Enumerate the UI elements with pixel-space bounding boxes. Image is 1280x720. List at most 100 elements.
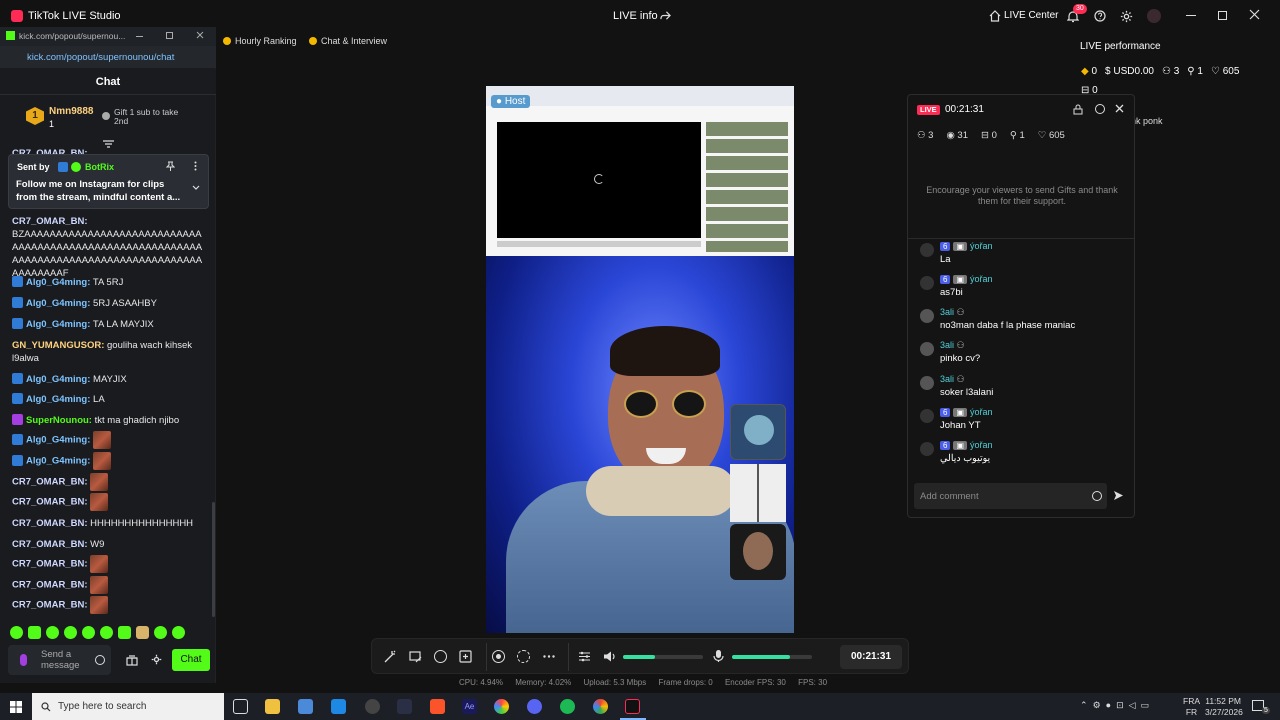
emote-button[interactable] (28, 626, 41, 639)
panel-settings-icon[interactable] (1095, 104, 1105, 114)
help-icon[interactable] (1094, 10, 1106, 22)
share-icon[interactable] (660, 10, 671, 21)
capture-video-player (497, 122, 701, 238)
lock-icon[interactable] (1073, 104, 1083, 115)
audio-mixer-icon[interactable] (578, 650, 591, 663)
tray-chevron-up-icon: ⌃ (1080, 700, 1088, 710)
pin-icon[interactable] (166, 161, 175, 171)
clock[interactable]: 11:52 PM 3/27/2026 (1205, 696, 1243, 718)
more-options-icon[interactable] (194, 161, 197, 171)
commenter-name: 6 ▣ ýořan (940, 241, 993, 251)
guest-tile[interactable] (730, 404, 786, 460)
speaker-volume-slider[interactable] (623, 655, 703, 659)
address-url[interactable]: kick.com/popout/supernounou/chat (27, 52, 174, 63)
live-info-title[interactable]: LIVE info (613, 10, 658, 22)
performance-title: LIVE performance (1080, 41, 1161, 52)
live-preview[interactable]: ● Host (486, 86, 794, 633)
magic-wand-icon[interactable] (384, 650, 397, 663)
edge-icon[interactable] (331, 699, 346, 714)
mic-volume-slider[interactable] (732, 655, 812, 659)
emote-image (93, 431, 112, 449)
gifter-name[interactable]: Nmn9888 (49, 106, 93, 117)
system-tray-icons[interactable]: ⌃ ⚙ ● ⊡ ◁ ▭ (1080, 700, 1149, 711)
emote-button[interactable] (46, 626, 59, 639)
add-comment-placeholder: Add comment (920, 491, 979, 502)
file-explorer-icon[interactable] (265, 699, 280, 714)
emote-button[interactable] (100, 626, 113, 639)
tiktok-studio-icon[interactable] (625, 699, 640, 714)
chat-scrollbar[interactable] (212, 502, 215, 617)
maximize-window-icon[interactable] (1218, 11, 1227, 20)
chat-interview-button[interactable]: Chat & Interview (307, 33, 387, 49)
expand-chevron-down-icon[interactable] (192, 185, 200, 190)
taskbar-search-input[interactable]: Type here to search (32, 693, 224, 720)
diamond-icon: ◆ (1081, 66, 1089, 77)
microphone-icon[interactable] (713, 649, 724, 663)
windows-start-icon[interactable] (10, 701, 22, 713)
panel-close-icon[interactable] (1115, 104, 1124, 113)
emote-button[interactable] (136, 626, 149, 639)
commenter-name: 3ali ⚇ (940, 374, 965, 384)
send-comment-icon[interactable] (1113, 490, 1124, 501)
viewers-stat: ⚇ 3 (917, 130, 934, 141)
store-icon[interactable] (298, 699, 313, 714)
gift-prompt[interactable]: Gift 1 sub to take 2nd (114, 108, 184, 126)
guest-tile[interactable] (730, 464, 786, 522)
capture-icon[interactable] (517, 650, 530, 663)
divider (568, 643, 569, 671)
chat-message: GN_YUMANGUSOR: gouliha wach kihsek l9alw… (12, 340, 193, 364)
gift-shop-icon[interactable] (126, 654, 138, 666)
emoji-icon[interactable] (1092, 491, 1102, 501)
followers-stat: ⚲ 1 (1187, 66, 1203, 77)
add-source-icon[interactable] (459, 650, 472, 663)
emote-button[interactable] (64, 626, 77, 639)
bot-badge-icon (12, 318, 23, 329)
layout-edit-icon[interactable] (409, 650, 422, 663)
chat-message: Alg0_G4ming: TA LA MAYJIX (12, 318, 207, 331)
guest-tile[interactable] (730, 524, 786, 580)
emote-button[interactable] (154, 626, 167, 639)
spotify-icon[interactable] (560, 699, 575, 714)
speaker-icon[interactable] (603, 650, 617, 663)
chat-message: CR7_OMAR_BN: (12, 493, 207, 511)
pinned-by-user[interactable]: BotRix (85, 162, 114, 172)
emote-button[interactable] (118, 626, 131, 639)
settings-gear-icon[interactable] (1120, 10, 1133, 23)
gift-icon: ⊟ (980, 130, 989, 141)
discord-icon[interactable] (527, 699, 542, 714)
stream-controls: 00:21:31 (371, 638, 909, 674)
profile-avatar[interactable] (1147, 9, 1161, 23)
popout-maximize-icon[interactable] (166, 32, 173, 39)
live-center-link[interactable]: LIVE Center (1004, 10, 1058, 21)
davinci-icon[interactable] (397, 699, 412, 714)
after-effects-icon[interactable]: Ae (462, 699, 477, 714)
effects-icon[interactable] (434, 650, 447, 663)
chat-settings-gear-icon[interactable] (151, 654, 162, 665)
send-message-input[interactable]: Send a message (8, 645, 111, 675)
close-window-icon[interactable] (1249, 9, 1260, 20)
brave-icon[interactable] (430, 699, 445, 714)
add-comment-input[interactable]: Add comment (914, 483, 1107, 509)
chrome-icon[interactable] (593, 699, 608, 714)
home-icon[interactable] (989, 10, 1001, 22)
emote-button[interactable] (82, 626, 95, 639)
photos-icon[interactable] (494, 699, 509, 714)
emote-button[interactable] (172, 626, 185, 639)
address-bar[interactable]: kick.com/popout/supernounou/chat (0, 46, 216, 68)
notification-badge: 30 (1073, 4, 1087, 14)
emote-button[interactable] (10, 626, 23, 639)
popout-close-icon[interactable] (196, 31, 204, 39)
more-options-icon[interactable] (543, 655, 555, 658)
chat-message: Alg0_G4ming: (12, 431, 207, 449)
obs-icon[interactable] (365, 699, 380, 714)
minimize-window-icon[interactable] (1186, 15, 1196, 16)
chat-send-button[interactable]: Chat (172, 649, 210, 671)
hourly-ranking-button[interactable]: Hourly Ranking (221, 33, 297, 49)
emote-image (90, 473, 109, 491)
emoji-icon[interactable] (95, 655, 105, 665)
bot-badge-icon (58, 162, 68, 172)
record-button[interactable] (492, 650, 505, 663)
task-view-icon[interactable] (233, 699, 248, 714)
popout-minimize-icon[interactable] (136, 36, 143, 37)
language-indicator[interactable]: FRA FR (1183, 696, 1200, 718)
